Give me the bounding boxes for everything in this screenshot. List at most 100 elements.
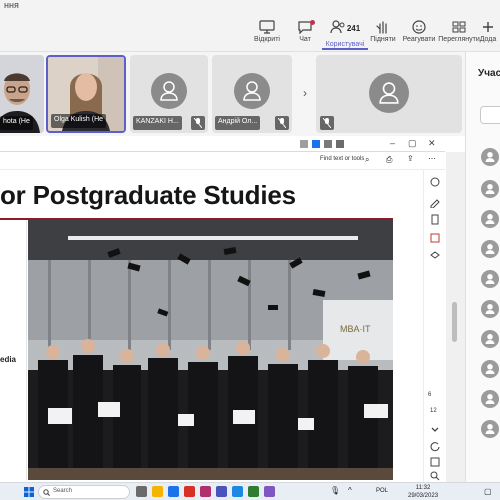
- person-icon: [243, 81, 261, 101]
- participant-strip: hota (He Olga Kulish (He KANZAKI H... Ан…: [0, 52, 465, 136]
- view-button[interactable]: Переглянути: [438, 20, 480, 50]
- person-icon: [485, 152, 495, 162]
- participant-avatar[interactable]: [481, 360, 499, 378]
- more-icon[interactable]: ⋯: [428, 154, 436, 163]
- participant-avatar[interactable]: [481, 180, 499, 198]
- zoom-in-icon[interactable]: [429, 470, 441, 482]
- participant-tile[interactable]: Андрій Ол...: [212, 55, 292, 133]
- search-icon[interactable]: ⌕: [365, 155, 369, 165]
- edge-icon[interactable]: [168, 486, 179, 497]
- person-icon: [485, 244, 495, 254]
- participant-avatar[interactable]: [481, 330, 499, 348]
- teams-icon[interactable]: [216, 486, 227, 497]
- search-placeholder: Search: [53, 488, 73, 494]
- avatar: [369, 73, 409, 113]
- participant-avatar[interactable]: [481, 148, 499, 166]
- toolbar-label: Чат: [299, 36, 311, 43]
- print-icon[interactable]: ⎙: [386, 155, 392, 165]
- avatar: [234, 73, 270, 109]
- participant-avatar[interactable]: [481, 300, 499, 318]
- windows-start-icon[interactable]: [24, 487, 34, 497]
- toolbar-label: Відкриті: [254, 36, 280, 43]
- toolbar-label: Дода: [479, 36, 497, 43]
- share-icon[interactable]: ⇪: [407, 154, 414, 163]
- person-icon: [379, 82, 399, 104]
- add-icon: [483, 22, 493, 32]
- minimize-icon[interactable]: –: [390, 138, 395, 148]
- tray-chevron-icon[interactable]: ^: [348, 486, 352, 495]
- acrobat-icon[interactable]: [184, 486, 195, 497]
- mic-icon[interactable]: 🎙: [330, 486, 340, 495]
- person-icon: [485, 334, 495, 344]
- raise-hand-icon: [376, 21, 387, 34]
- participant-avatar[interactable]: [481, 210, 499, 228]
- slide-side-text: edia: [0, 355, 17, 364]
- participant-tile-active[interactable]: Olga Kulish (He: [46, 55, 126, 133]
- task-view-icon[interactable]: [136, 486, 147, 497]
- person-icon: [485, 214, 495, 224]
- participant-name: Андрій Ол...: [215, 116, 261, 130]
- chevron-right-icon[interactable]: ›: [298, 82, 312, 104]
- refresh-icon[interactable]: [429, 440, 441, 452]
- edit-icon[interactable]: [429, 196, 441, 208]
- taskbar-search-input[interactable]: Search: [38, 485, 130, 499]
- participant-name: Olga Kulish (He: [51, 114, 107, 128]
- mic-off-icon: [320, 116, 334, 130]
- person-icon: [485, 304, 495, 314]
- participant-search-input[interactable]: [480, 106, 500, 124]
- file-explorer-icon[interactable]: [152, 486, 163, 497]
- language-indicator[interactable]: POL: [376, 488, 388, 494]
- find-tools-input[interactable]: Find text or tools: [320, 156, 364, 162]
- notifications-icon[interactable]: ▢: [484, 487, 492, 496]
- participant-tile[interactable]: [316, 55, 462, 133]
- comment-icon[interactable]: [429, 176, 441, 188]
- pdf-toolbar: Find text or tools ⌕ ⎙ ⇪ ⋯: [0, 152, 445, 170]
- participant-avatar[interactable]: [481, 420, 499, 438]
- meeting-toolbar: ння Відкриті Чат 241 Користувачі Підняти…: [0, 0, 500, 52]
- clock-time: 11:32: [415, 485, 431, 491]
- graduation-photo: MBA·IT: [28, 220, 393, 480]
- screen-icon: [259, 20, 275, 34]
- window-title: ння: [4, 0, 19, 10]
- participant-name: KANZAKI H...: [133, 116, 182, 130]
- pdf-side-tools: 6 12: [423, 170, 445, 482]
- participant-tile[interactable]: KANZAKI H...: [130, 55, 208, 133]
- search-icon: [43, 489, 50, 496]
- mic-off-icon: [275, 116, 289, 130]
- page-count: 12: [430, 408, 437, 414]
- onenote-icon[interactable]: [264, 486, 275, 497]
- participant-avatar[interactable]: [481, 240, 499, 258]
- save-icon[interactable]: [429, 456, 441, 468]
- word-icon[interactable]: [232, 486, 243, 497]
- pages-icon[interactable]: [429, 214, 441, 226]
- export-icon[interactable]: [429, 232, 441, 244]
- pdf-scrollbar[interactable]: [446, 152, 465, 482]
- participant-avatar[interactable]: [481, 390, 499, 408]
- slide-title: or Postgraduate Studies: [0, 180, 296, 210]
- scroll-thumb[interactable]: [452, 302, 457, 342]
- view-icon: [452, 21, 466, 33]
- react-button[interactable]: Реагувати: [398, 20, 440, 50]
- slide-divider: [26, 220, 27, 480]
- maximize-icon[interactable]: ▢: [408, 138, 417, 149]
- mic-off-icon: [191, 116, 205, 130]
- excel-icon[interactable]: [248, 486, 259, 497]
- participant-avatar[interactable]: [481, 270, 499, 288]
- share-screen-button[interactable]: Відкриті: [246, 20, 288, 50]
- layers-icon[interactable]: [429, 250, 441, 262]
- clock[interactable]: 11:32 29/03/2023: [408, 484, 438, 500]
- pdf-window-titlebar: – ▢ ✕: [0, 136, 445, 152]
- toolbar-label: Реагувати: [402, 36, 436, 43]
- close-icon[interactable]: ✕: [428, 138, 436, 149]
- page-number[interactable]: 6: [428, 392, 431, 398]
- participants-panel: Учас: [465, 52, 500, 482]
- app-icon[interactable]: [200, 486, 211, 497]
- add-apps-button[interactable]: Дода: [476, 20, 500, 50]
- chevron-down-icon[interactable]: [429, 424, 441, 436]
- notification-dot: [310, 20, 315, 25]
- person-icon: [485, 394, 495, 404]
- people-icon: [330, 20, 345, 34]
- participant-tile[interactable]: hota (He: [0, 55, 44, 133]
- panel-title: Учас: [478, 68, 500, 79]
- chat-button[interactable]: Чат: [284, 20, 326, 50]
